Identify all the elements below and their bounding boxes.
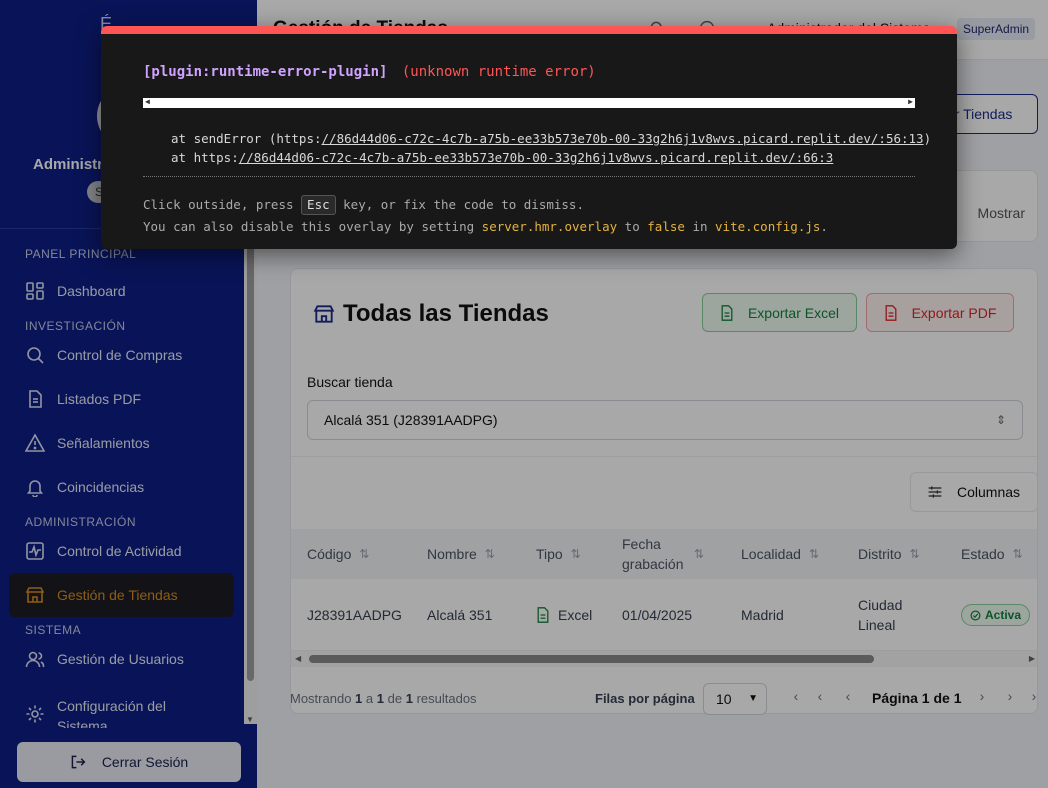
esc-key: Esc xyxy=(301,195,336,215)
scroll-right-icon[interactable]: ▶ xyxy=(908,97,913,106)
code-frame-scrollbar[interactable]: ◀ ▶ xyxy=(143,97,915,108)
divider xyxy=(143,176,915,177)
error-tip: Click outside, press Esc key, or fix the… xyxy=(143,195,828,234)
error-heading: [plugin:runtime-error-plugin] (unknown r… xyxy=(143,64,596,80)
scroll-left-icon[interactable]: ◀ xyxy=(145,97,150,106)
runtime-error-overlay[interactable]: [plugin:runtime-error-plugin] (unknown r… xyxy=(101,26,957,249)
error-message: (unknown runtime error) xyxy=(401,64,596,80)
stack-link[interactable]: //86d44d06-c72c-4c7b-a75b-ee33b573e70b-0… xyxy=(322,131,924,146)
error-stack: at sendError (https://86d44d06-c72c-4c7b… xyxy=(171,131,932,165)
stack-link[interactable]: //86d44d06-c72c-4c7b-a75b-ee33b573e70b-0… xyxy=(239,150,834,165)
error-plugin: [plugin:runtime-error-plugin] xyxy=(143,64,388,80)
